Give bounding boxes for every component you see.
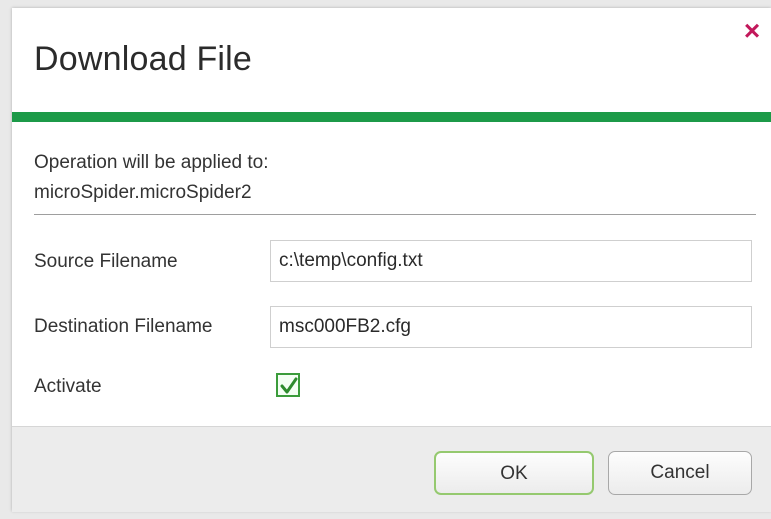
source-filename-field[interactable]: c:\temp\config.txt	[270, 240, 752, 282]
destination-filename-label: Destination Filename	[34, 316, 213, 337]
activate-label: Activate	[34, 376, 102, 397]
dialog-title: Download File	[34, 40, 253, 78]
title-accent-bar	[12, 112, 771, 122]
ok-button[interactable]: OK	[434, 451, 594, 495]
operation-target: Operation will be applied to: microSpide…	[34, 148, 268, 208]
destination-filename-field[interactable]: msc000FB2.cfg	[270, 306, 752, 348]
dialog-footer: OK Cancel	[12, 426, 771, 512]
download-file-dialog: Download File × Operation will be applie…	[12, 8, 771, 512]
source-filename-label: Source Filename	[34, 251, 178, 272]
checkmark-icon	[280, 377, 298, 394]
operation-label: Operation will be applied to:	[34, 152, 269, 173]
window-frame: Download File × Operation will be applie…	[0, 0, 771, 519]
activate-checkbox[interactable]	[276, 373, 300, 397]
operation-device: microSpider.microSpider2	[34, 182, 252, 203]
close-icon[interactable]: ×	[739, 17, 765, 45]
section-divider	[34, 214, 756, 215]
cancel-button[interactable]: Cancel	[608, 451, 752, 495]
